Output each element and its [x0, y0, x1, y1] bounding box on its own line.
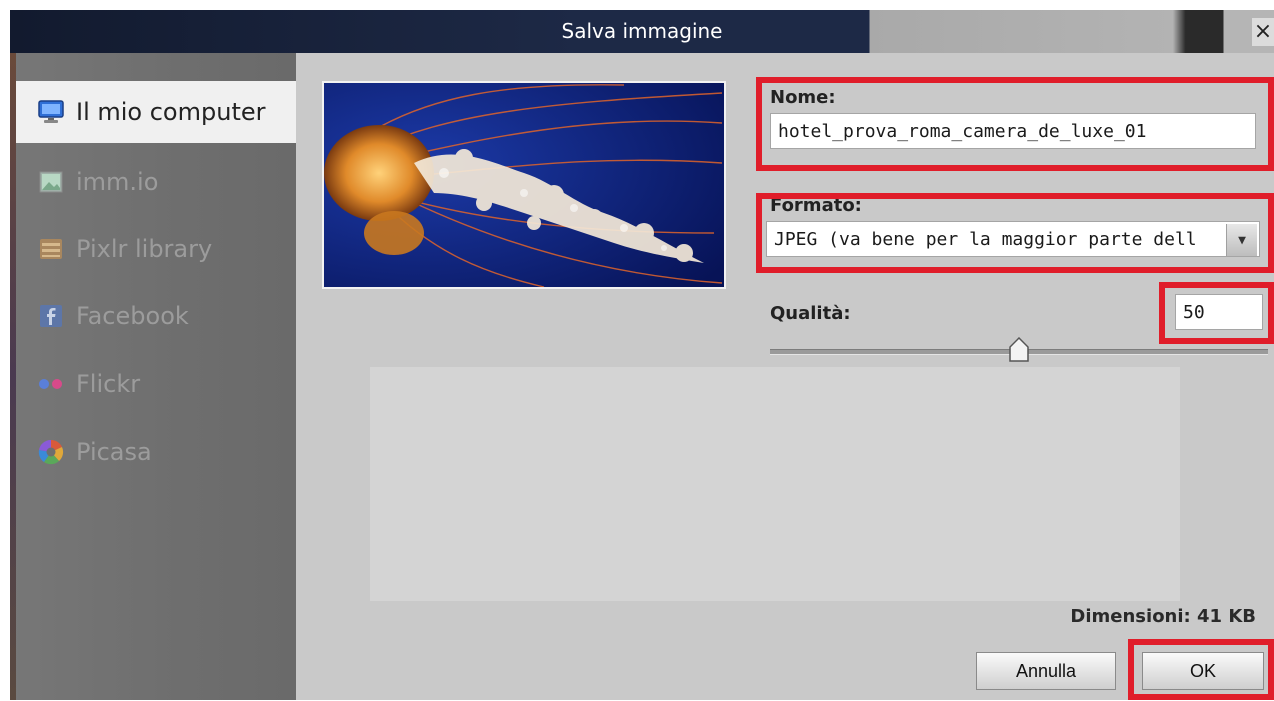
library-icon — [38, 237, 64, 261]
sidebar-item-picasa[interactable]: Picasa — [16, 421, 296, 483]
image-preview — [322, 81, 726, 289]
jellyfish-image — [324, 83, 724, 287]
monitor-icon — [38, 100, 64, 124]
quality-input[interactable] — [1175, 294, 1263, 330]
sidebar-item-flickr[interactable]: Flickr — [16, 353, 296, 415]
format-label: Formato: — [770, 195, 862, 216]
sidebar-item-label: Facebook — [76, 302, 189, 330]
sidebar: Il mio computer imm.io Pixlr library Fac… — [10, 53, 296, 700]
sidebar-item-label: Il mio computer — [76, 98, 266, 126]
name-label: Nome: — [770, 87, 836, 108]
quality-slider-thumb[interactable] — [1009, 336, 1029, 363]
sidebar-item-my-computer[interactable]: Il mio computer — [16, 81, 296, 143]
settings-panel — [370, 367, 1180, 601]
name-input[interactable] — [770, 113, 1256, 149]
sidebar-item-facebook[interactable]: Facebook — [16, 285, 296, 347]
file-size-label: Dimensioni: 41 KB — [1070, 606, 1256, 627]
main-panel: Nome: Formato: JPEG (va bene per la magg… — [296, 53, 1274, 700]
cancel-button[interactable]: Annulla — [976, 652, 1116, 690]
dialog-titlebar[interactable]: Salva immagine × — [10, 10, 1274, 53]
format-select[interactable]: JPEG (va bene per la maggior parte dell … — [766, 221, 1260, 257]
sidebar-item-label: Pixlr library — [76, 235, 213, 263]
quality-label: Qualità: — [770, 303, 851, 324]
facebook-icon — [38, 304, 64, 328]
close-icon: × — [1253, 19, 1273, 44]
sidebar-item-immio[interactable]: imm.io — [16, 151, 296, 213]
sidebar-item-pixlr-library[interactable]: Pixlr library — [16, 218, 296, 280]
image-icon — [38, 170, 64, 194]
format-selected-value: JPEG (va bene per la maggior parte dell — [774, 228, 1197, 250]
picasa-icon — [38, 439, 64, 465]
sidebar-item-label: Flickr — [76, 370, 141, 398]
close-button[interactable]: × — [1252, 18, 1274, 46]
flickr-icon — [38, 372, 64, 396]
sidebar-item-label: imm.io — [76, 168, 159, 196]
chevron-down-icon[interactable]: ▼ — [1226, 224, 1257, 256]
ok-button[interactable]: OK — [1142, 652, 1264, 690]
dialog-title: Salva immagine — [561, 19, 723, 43]
save-image-dialog: Salva immagine × Il mio computer imm.io … — [10, 10, 1274, 700]
sidebar-item-label: Picasa — [76, 438, 152, 466]
